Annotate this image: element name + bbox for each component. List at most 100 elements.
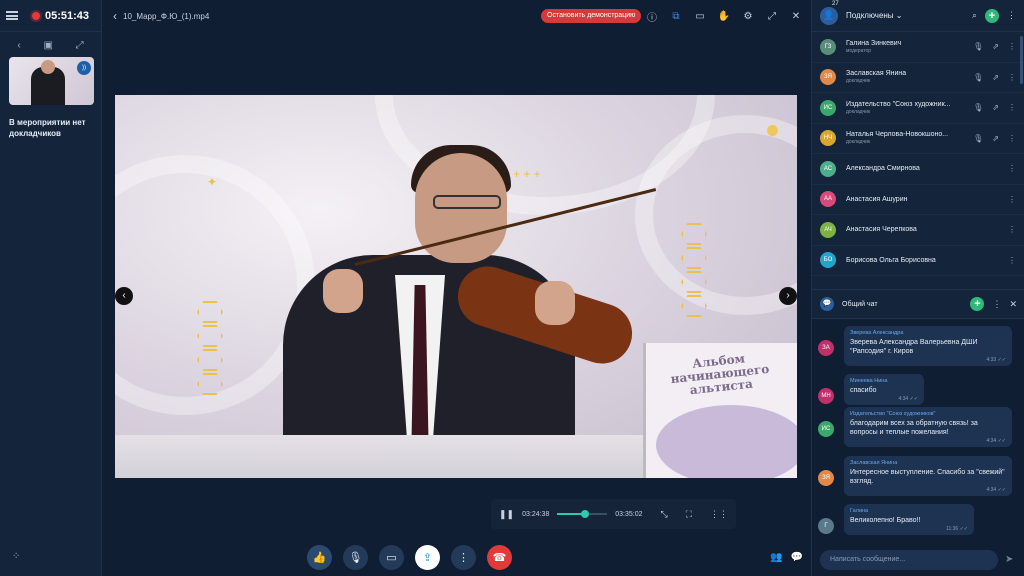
pause-icon[interactable]: ❚❚ xyxy=(499,509,514,520)
participants-icon[interactable]: 👥 xyxy=(770,552,782,563)
picture-in-picture-icon[interactable]: ▣ xyxy=(43,40,52,51)
microphone-icon[interactable]: 🎙 xyxy=(973,134,983,143)
stop-demo-button[interactable]: Остановить демонстрацию xyxy=(541,9,642,23)
chat-title: Общий чат xyxy=(842,300,878,308)
collapse-chevron-icon[interactable]: ‹ xyxy=(17,40,20,51)
collapse-icon[interactable]: ⤡ xyxy=(660,509,667,520)
more-dots-icon[interactable]: ⋮ xyxy=(1008,103,1016,112)
participants-tools: ⌕ + ⋮ xyxy=(972,8,1016,23)
send-icon[interactable]: ➤ xyxy=(1005,554,1013,565)
screen-icon[interactable]: ▭ xyxy=(693,9,707,23)
more-dots-icon[interactable]: ⋮ xyxy=(1008,42,1016,51)
screen-share-button[interactable]: ⇪ xyxy=(415,545,440,570)
close-icon[interactable]: ✕ xyxy=(1009,299,1017,310)
settings-icon[interactable]: ⚙ xyxy=(741,9,755,23)
shared-video[interactable]: ✦ + + + Альбом начинающего альтиста xyxy=(115,95,797,478)
share-screen-icon[interactable]: ⇗ xyxy=(992,103,999,112)
participant-actions: ⋮ xyxy=(1008,225,1016,234)
participants-list: ГЗ Галина Зинкевич модератор 🎙 ⇗ ⋮ ЗЯ Заславска… xyxy=(812,32,1024,276)
right-panel: 👤 27 Подключены ⌄ ⌕ + ⋮ ГЗ Галина Зинкеви… xyxy=(811,0,1024,576)
scrollbar[interactable] xyxy=(1020,36,1023,84)
chat-message: ЗА Зверева Александра Зверева Александра В… xyxy=(818,326,1012,366)
speaker-thumbnail[interactable]: )) xyxy=(9,57,94,105)
more-dots-icon[interactable]: ⋮ xyxy=(1008,134,1016,143)
participant-info: Борисова Ольга Борисовна xyxy=(846,257,1008,264)
raise-hand-icon[interactable]: ✋ xyxy=(717,9,731,23)
message-bubble[interactable]: Галина Великолепно! Браво!! 11:36 ✓✓ xyxy=(844,504,974,535)
more-dots-icon[interactable]: ⋮ xyxy=(1008,256,1016,265)
share-screen-icon[interactable]: ⇗ xyxy=(992,134,999,143)
avatar: ГЗ xyxy=(820,38,836,55)
search-icon[interactable]: ⌕ xyxy=(972,10,977,21)
next-arrow-button[interactable]: › xyxy=(779,287,797,305)
participant-actions: ⋮ xyxy=(1008,256,1016,265)
chat-icon[interactable]: 💬 xyxy=(790,552,802,563)
avatar: ЗА xyxy=(818,340,834,356)
more-dots-icon[interactable]: ⋮ xyxy=(992,299,1001,310)
message-time: 4:34 ✓✓ xyxy=(898,396,918,402)
chat-bubble-icon: 💬 xyxy=(820,297,834,311)
seek-knob[interactable] xyxy=(580,510,589,518)
participant-row[interactable]: АА Анастасия Ашурин ⋮ xyxy=(812,185,1024,215)
recording-timer: 05:51:43 xyxy=(32,10,89,22)
book: Альбом начинающего альтиста xyxy=(643,343,797,478)
participants-count: 27 xyxy=(832,0,839,7)
share-icon[interactable]: ⧉ xyxy=(669,9,683,23)
screen-share-icon: ⇪ xyxy=(422,552,433,564)
new-chat-button[interactable]: + xyxy=(970,297,985,311)
seek-slider[interactable] xyxy=(557,510,608,518)
camera-button[interactable]: ▭ xyxy=(379,545,404,570)
stage: ✦ + + + Альбом начинающего альтиста ‹ › xyxy=(103,33,809,541)
hamburger-menu-icon[interactable] xyxy=(6,11,18,20)
expand-icon[interactable]: ⤢ xyxy=(765,9,779,23)
like-button[interactable]: 👍 xyxy=(307,545,332,570)
participant-name: Заславская Янина xyxy=(846,70,907,78)
participant-row[interactable]: НЧ Наталья Черлова-Новокшоно... докладчик 🎙… xyxy=(812,124,1024,154)
message-input[interactable]: Написать сообщение... xyxy=(820,550,998,570)
microphone-icon[interactable]: 🎙 xyxy=(973,73,983,82)
message-bubble[interactable]: Минеева Нина спасибо 4:34 ✓✓ xyxy=(844,374,924,405)
more-button[interactable]: ⋮ xyxy=(451,545,476,570)
participant-row[interactable]: ИС Издательство "Союз художник... докладчи… xyxy=(812,93,1024,124)
message-bubble[interactable]: Заславская Янина Интересное выступление. … xyxy=(844,456,1012,496)
drag-handle-icon[interactable]: ⋮⋮ xyxy=(710,509,728,520)
participants-title[interactable]: Подключены ⌄ xyxy=(846,11,964,20)
more-dots-icon[interactable]: ⋮ xyxy=(1008,73,1016,82)
participant-row[interactable]: ГЗ Галина Зинкевич модератор 🎙 ⇗ ⋮ xyxy=(812,32,1024,63)
participant-row[interactable]: АЧ Анастасия Черепкова ⋮ xyxy=(812,215,1024,246)
book-title: Альбом начинающего альтиста xyxy=(669,351,770,398)
share-screen-icon[interactable]: ⇗ xyxy=(992,73,999,82)
microphone-button[interactable]: 🎙 xyxy=(343,545,368,570)
message-text: благодарим всех за обратную связь! за во… xyxy=(850,420,978,436)
layout-toggle-icon[interactable]: ⁘ xyxy=(12,551,20,562)
microphone-icon[interactable]: 🎙 xyxy=(973,103,983,112)
prev-arrow-button[interactable]: ‹ xyxy=(115,287,133,305)
participant-info: Александра Смирнова xyxy=(846,165,1008,172)
more-dots-icon[interactable]: ⋮ xyxy=(1007,10,1016,21)
participant-row[interactable]: ЗЯ Заславская Янина докладчик 🎙 ⇗ ⋮ xyxy=(812,63,1024,93)
info-icon[interactable]: ⓘ xyxy=(645,9,659,24)
message-bubble[interactable]: Издательство "Союз художников" благодарим… xyxy=(844,407,1012,447)
phone-hangup-icon: ☎ xyxy=(492,552,507,564)
fullscreen-icon[interactable]: ⤢ xyxy=(76,40,84,51)
message-bubble[interactable]: Зверева Александра Зверева Александра Вал… xyxy=(844,326,1012,366)
share-screen-icon[interactable]: ⇗ xyxy=(992,42,999,51)
more-dots-icon[interactable]: ⋮ xyxy=(1008,195,1016,204)
fullscreen-icon[interactable]: ⛶ xyxy=(686,509,692,520)
add-participant-button[interactable]: + xyxy=(985,8,999,23)
close-icon[interactable]: ✕ xyxy=(789,9,803,23)
participant-name: Издательство "Союз художник... xyxy=(846,100,951,108)
microphone-icon[interactable]: 🎙 xyxy=(973,42,983,51)
back-arrow-icon[interactable]: ‹ xyxy=(113,9,117,23)
more-dots-icon[interactable]: ⋮ xyxy=(1008,164,1016,173)
chat-message: Г Галина Великолепно! Браво!! 11:36 ✓✓ xyxy=(818,504,974,535)
hang-up-button[interactable]: ☎ xyxy=(487,545,512,570)
avatar: ИС xyxy=(820,99,836,116)
message-author: Минеева Нина xyxy=(850,378,888,384)
participant-info: Галина Зинкевич модератор xyxy=(846,40,973,54)
more-dots-icon[interactable]: ⋮ xyxy=(1008,225,1016,234)
participant-row[interactable]: АС Александра Смирнова ⋮ xyxy=(812,154,1024,185)
participant-actions: 🎙 ⇗ ⋮ xyxy=(973,103,1016,112)
current-time: 03:24:38 xyxy=(522,510,550,518)
participant-row[interactable]: БО Борисова Ольга Борисовна ⋮ xyxy=(812,246,1024,276)
